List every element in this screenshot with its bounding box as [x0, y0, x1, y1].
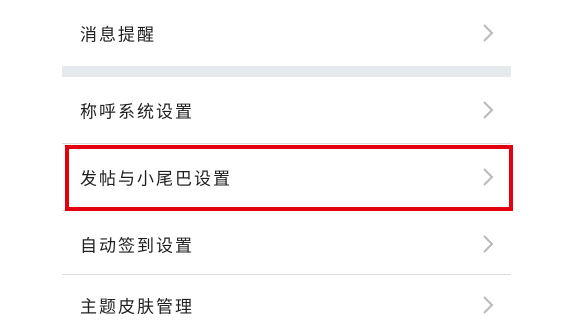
settings-item-label: 自动签到设置: [80, 236, 194, 257]
chevron-right-icon: [483, 296, 494, 314]
chevron-right-icon: [483, 101, 494, 119]
settings-item-message-reminder[interactable]: 消息提醒: [62, 0, 511, 66]
settings-panel: 消息提醒 称呼系统设置 发帖与小尾巴设置 自动签到设置 主题皮肤管理: [62, 0, 511, 335]
settings-item-label: 消息提醒: [80, 25, 156, 46]
settings-item-theme-skin[interactable]: 主题皮肤管理: [62, 275, 511, 335]
settings-item-label: 主题皮肤管理: [80, 297, 194, 318]
chevron-right-icon: [483, 168, 494, 186]
settings-item-auto-checkin[interactable]: 自动签到设置: [62, 211, 511, 277]
settings-item-label: 发帖与小尾巴设置: [80, 169, 232, 190]
settings-item-label: 称呼系统设置: [80, 102, 194, 123]
chevron-right-icon: [483, 24, 494, 42]
chevron-right-icon: [483, 235, 494, 253]
settings-item-post-and-tail[interactable]: 发帖与小尾巴设置: [62, 144, 511, 210]
section-separator: [62, 66, 511, 77]
settings-item-nickname-system[interactable]: 称呼系统设置: [62, 77, 511, 143]
